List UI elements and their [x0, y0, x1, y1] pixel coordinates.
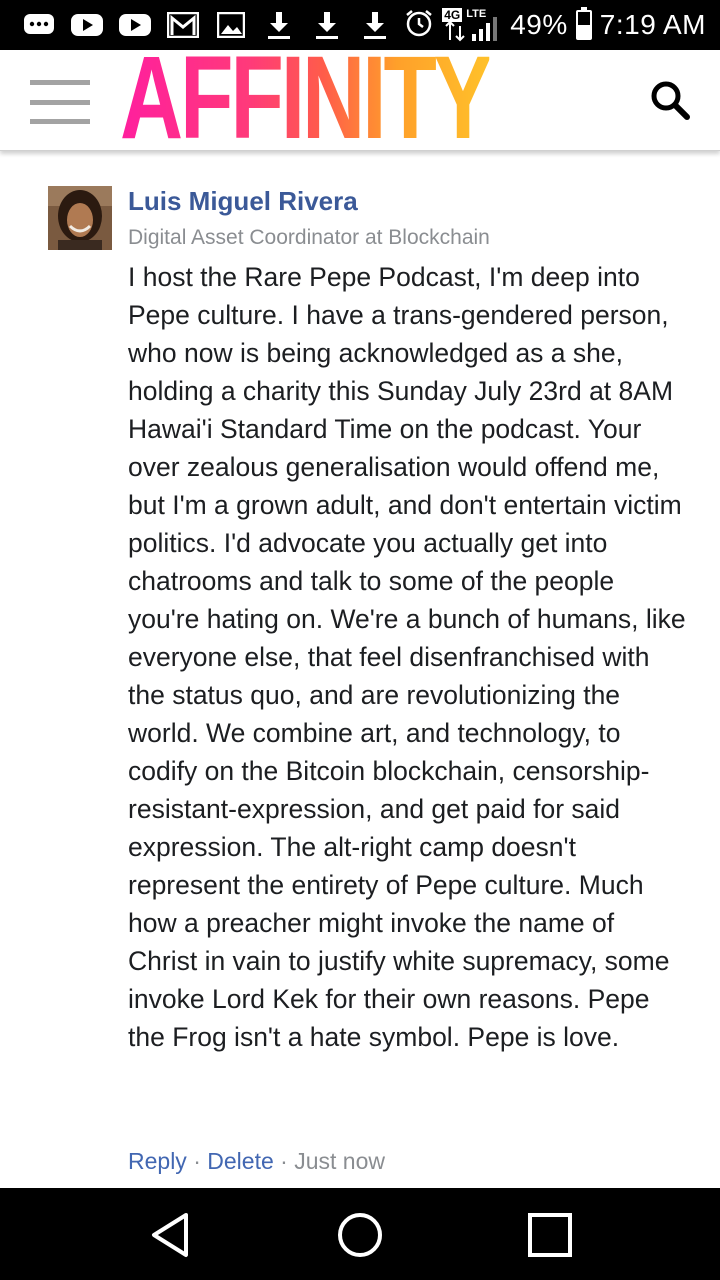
- comment-text: I host the Rare Pepe Podcast, I'm deep i…: [128, 262, 686, 1052]
- back-icon[interactable]: [146, 1209, 198, 1261]
- battery-icon: [575, 7, 592, 40]
- avatar[interactable]: [48, 186, 112, 250]
- app-header: AFFINITY: [0, 39, 720, 157]
- navigation-bar: [0, 1188, 720, 1280]
- brand-logo[interactable]: AFFINITY: [120, 39, 492, 157]
- delete-link[interactable]: Delete: [207, 1148, 273, 1174]
- separator: ·: [186, 1148, 208, 1174]
- separator: ·: [273, 1148, 295, 1174]
- reply-link[interactable]: Reply: [128, 1148, 187, 1174]
- author-title: Digital Asset Coordinator at Blockchain: [128, 226, 490, 249]
- chat-icon: [22, 11, 56, 39]
- menu-icon[interactable]: [30, 80, 90, 124]
- search-icon[interactable]: [648, 78, 692, 122]
- comment-author[interactable]: Luis Miguel Rivera: [128, 186, 358, 217]
- comment-timestamp: Just now: [294, 1148, 385, 1174]
- comment-actions: Reply · Delete · Just now: [128, 1148, 385, 1175]
- clock: 7:19 AM: [599, 9, 706, 40]
- recents-icon[interactable]: [524, 1209, 576, 1261]
- youtube-icon: [70, 11, 104, 39]
- home-icon[interactable]: [334, 1209, 386, 1261]
- battery-percent: 49%: [510, 9, 568, 40]
